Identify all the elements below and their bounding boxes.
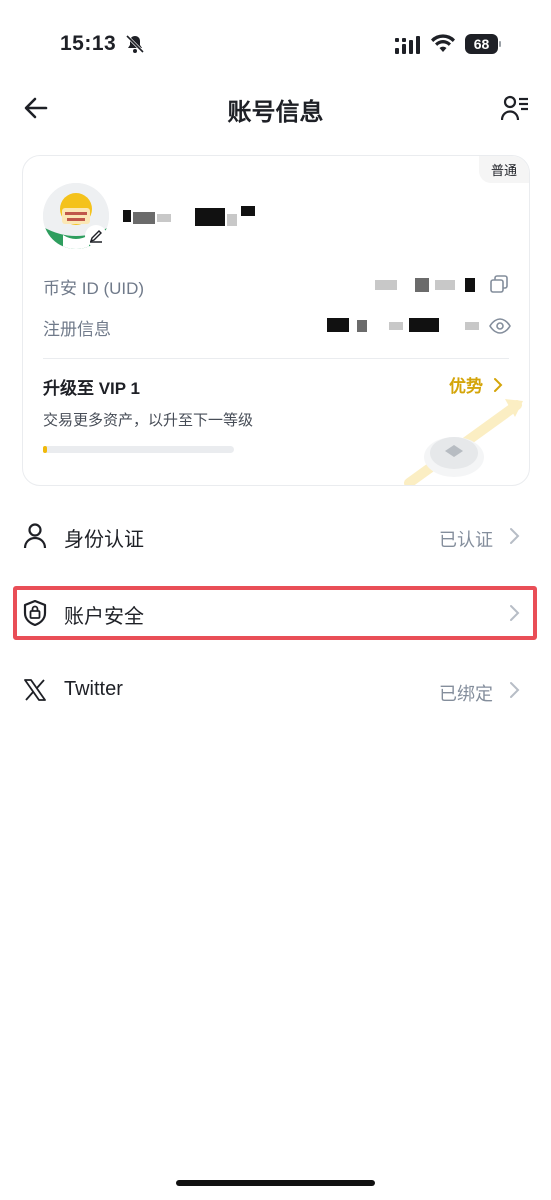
menu-item-label: Twitter [64, 678, 123, 700]
vip-upgrade-title: 升级至 VIP 1 [43, 379, 140, 398]
x-logo-icon [22, 677, 48, 703]
chevron-right-icon [510, 605, 520, 621]
vip-benefits-link[interactable]: 优势 [449, 372, 503, 397]
wifi-icon [431, 34, 455, 52]
home-indicator[interactable] [176, 1180, 375, 1186]
menu-item-twitter[interactable]: Twitter 已绑定 [0, 660, 551, 720]
menu-item-identity[interactable]: 身份认证 已认证 [0, 506, 551, 566]
card-divider [43, 358, 509, 359]
vip-benefits-label: 优势 [449, 377, 483, 396]
vip-progress-fill [43, 446, 47, 453]
chevron-right-icon [510, 682, 520, 698]
menu-item-status: 已认证 [439, 530, 493, 550]
battery-percent: 68 [465, 34, 498, 54]
menu-item-label: 身份认证 [64, 529, 144, 551]
menu-item-label: 账户安全 [64, 606, 144, 628]
signal-icon [395, 36, 420, 54]
eye-icon[interactable] [489, 318, 511, 334]
uid-label: 币安 ID (UID) [43, 279, 145, 298]
account-card: 普通 币安 ID (UID) 注册信息 升级至 VIP 1 优势 交易更多资产，… [22, 155, 530, 486]
copy-icon[interactable] [489, 274, 509, 294]
registration-value-redacted [323, 316, 483, 334]
uid-value-redacted [375, 276, 483, 294]
chevron-right-icon [494, 377, 503, 392]
back-button[interactable] [20, 92, 52, 124]
vip-illustration [404, 399, 523, 485]
page-title: 账号信息 [227, 99, 324, 126]
nickname-redacted [123, 204, 263, 228]
menu-item-status: 已绑定 [439, 684, 493, 704]
arrow-left-icon [24, 97, 48, 119]
battery-icon: 68 [465, 34, 501, 54]
vip-upgrade-subtitle: 交易更多资产，以升至下一等级 [43, 412, 254, 429]
status-time: 15:13 [60, 32, 117, 55]
vip-progress-bar [43, 446, 234, 453]
chevron-right-icon [510, 528, 520, 544]
avatar-edit-button[interactable] [85, 225, 107, 247]
registration-label: 注册信息 [43, 320, 111, 339]
tier-badge: 普通 [478, 156, 529, 183]
profile-list-icon [501, 95, 528, 121]
pencil-icon [89, 230, 102, 243]
bell-off-icon [125, 34, 145, 54]
profile-menu-button[interactable] [498, 92, 532, 124]
shield-lock-icon [22, 600, 48, 626]
menu-item-account-security[interactable]: 账户安全 [0, 583, 551, 643]
person-icon [22, 523, 48, 549]
